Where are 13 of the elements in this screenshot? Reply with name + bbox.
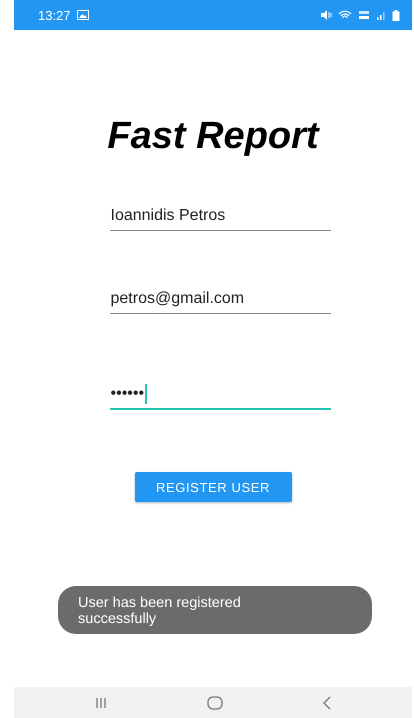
- input-field[interactable]: ••••••: [110, 384, 330, 410]
- input-field[interactable]: Ioannidis Petros: [110, 206, 330, 231]
- back-icon[interactable]: [322, 696, 332, 710]
- input-field[interactable]: petros@gmail.com: [110, 289, 330, 314]
- app-title: Fast Report: [107, 114, 319, 158]
- wifi-icon: [338, 10, 352, 20]
- signal-icon: [376, 10, 386, 20]
- recents-icon[interactable]: [94, 696, 108, 708]
- battery-icon: [392, 10, 400, 20]
- toast-message: User has been registered successfully: [58, 586, 372, 634]
- status-time: 13:27: [38, 8, 71, 22]
- image-icon: [76, 10, 89, 20]
- home-icon[interactable]: [206, 696, 223, 710]
